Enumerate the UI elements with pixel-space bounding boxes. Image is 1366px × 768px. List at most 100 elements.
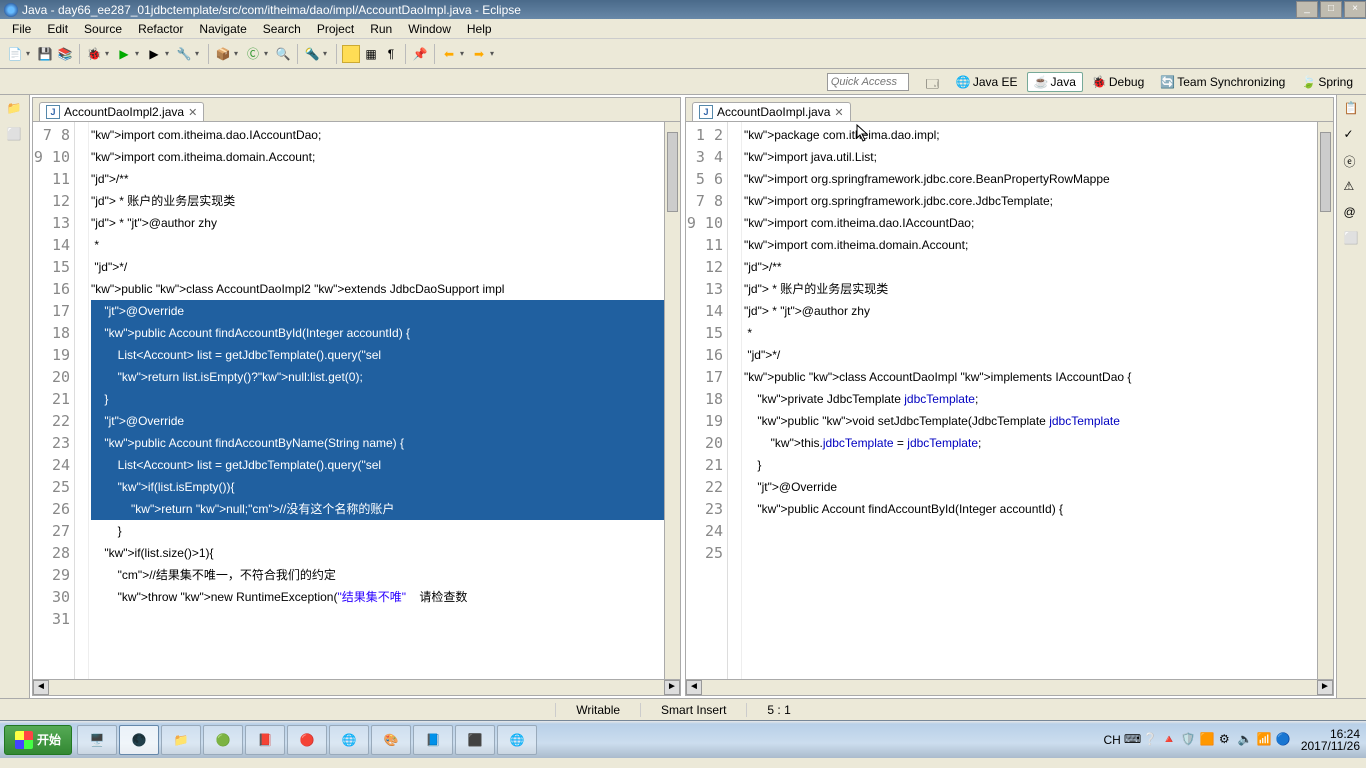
debug-icon[interactable]: 🐞: [85, 45, 103, 63]
tab-accountdaoimpl2[interactable]: J AccountDaoImpl2.java ✕: [39, 102, 204, 121]
code-content-right[interactable]: "kw">package com.itheima.dao.impl;"kw">i…: [742, 122, 1317, 679]
tray-icon[interactable]: 🔈: [1238, 732, 1254, 748]
perspective-java[interactable]: ☕Java: [1027, 72, 1083, 92]
perspective-spring[interactable]: 🍃Spring: [1294, 72, 1360, 92]
tab-accountdaoimpl[interactable]: J AccountDaoImpl.java ✕: [692, 102, 851, 121]
external-tools-icon[interactable]: 🔧: [175, 45, 193, 63]
ime-indicator[interactable]: CH: [1103, 733, 1120, 747]
clock-time: 16:24: [1301, 728, 1360, 740]
hscrollbar-right[interactable]: ◄►: [686, 679, 1333, 695]
toggle-mark-icon[interactable]: [342, 45, 360, 63]
save-icon[interactable]: 💾: [36, 45, 54, 63]
perspective-team[interactable]: 🔄Team Synchronizing: [1153, 72, 1292, 92]
save-all-icon[interactable]: 📚: [56, 45, 74, 63]
outline-icon[interactable]: 📋: [1344, 101, 1360, 117]
tray-icon[interactable]: ⌨: [1124, 732, 1140, 748]
tray-icon[interactable]: 🛡️: [1181, 732, 1197, 748]
taskbar-app4[interactable]: 🎨: [371, 725, 411, 755]
minimize-button[interactable]: _: [1296, 1, 1318, 18]
menu-edit[interactable]: Edit: [39, 20, 76, 38]
line-numbers-left: 7 8 9 10 11 12 13 14 15 16 17 18 19 20 2…: [33, 122, 75, 679]
back-icon[interactable]: ⬅: [440, 45, 458, 63]
quick-access-input[interactable]: [827, 73, 909, 91]
toggle-block-icon[interactable]: ▦: [362, 45, 380, 63]
pin-icon[interactable]: 📌: [411, 45, 429, 63]
close-tab-icon[interactable]: ✕: [834, 106, 843, 119]
problems-icon[interactable]: ⚠: [1344, 179, 1360, 195]
tray-icon[interactable]: ⚙: [1219, 732, 1235, 748]
tray-icon[interactable]: 🔵: [1276, 732, 1292, 748]
code-right[interactable]: 1 2 3 4 5 6 7 8 9 10 11 12 13 14 15 16 1…: [686, 122, 1333, 679]
menu-file[interactable]: File: [4, 20, 39, 38]
tab-label: AccountDaoImpl2.java: [64, 105, 184, 119]
javadoc-icon[interactable]: @: [1344, 205, 1360, 221]
code-left[interactable]: 7 8 9 10 11 12 13 14 15 16 17 18 19 20 2…: [33, 122, 680, 679]
vscrollbar-left[interactable]: [664, 122, 680, 679]
menu-help[interactable]: Help: [459, 20, 500, 38]
menu-source[interactable]: Source: [76, 20, 130, 38]
left-trim: 📁 ⬜: [0, 95, 30, 698]
forward-icon[interactable]: ➡: [470, 45, 488, 63]
clock[interactable]: 16:24 2017/11/26: [1295, 728, 1360, 752]
taskbar-explorer[interactable]: 📁: [161, 725, 201, 755]
declaration-icon[interactable]: ⬜: [1344, 231, 1360, 247]
taskbar-eclipse[interactable]: 🌑: [119, 725, 159, 755]
tray-icon[interactable]: ❔: [1143, 732, 1159, 748]
editor-left: J AccountDaoImpl2.java ✕ 7 8 9 10 11 12 …: [32, 97, 681, 696]
taskbar-app1[interactable]: 🟢: [203, 725, 243, 755]
taskbar-word[interactable]: 📘: [413, 725, 453, 755]
taskbar-app2[interactable]: 📕: [245, 725, 285, 755]
toggle-ws-icon[interactable]: ¶: [382, 45, 400, 63]
hscrollbar-left[interactable]: ◄►: [33, 679, 680, 695]
close-tab-icon[interactable]: ✕: [188, 106, 197, 119]
window-controls: _ □ ×: [1294, 1, 1366, 18]
main-toolbar: 📄▾ 💾 📚 🐞▾ ▶▾ ▶▾ 🔧▾ 📦▾ Ⓒ▾ 🔍 🔦▾ ▦ ¶ 📌 ⬅▾ ➡…: [0, 39, 1366, 69]
open-perspective-button[interactable]: 🗔: [919, 72, 947, 92]
package-explorer-icon[interactable]: 📁: [7, 101, 23, 117]
taskbar-desktop[interactable]: 🖥️: [77, 725, 117, 755]
vscrollbar-right[interactable]: [1317, 122, 1333, 679]
perspective-debug[interactable]: 🐞Debug: [1085, 72, 1151, 92]
code-content-left[interactable]: "kw">import com.itheima.dao.IAccountDao;…: [89, 122, 664, 679]
line-numbers-right: 1 2 3 4 5 6 7 8 9 10 11 12 13 14 15 16 1…: [686, 122, 728, 679]
menu-run[interactable]: Run: [362, 20, 400, 38]
new-package-icon[interactable]: 📦: [214, 45, 232, 63]
run-last-icon[interactable]: ▶: [145, 45, 163, 63]
menu-window[interactable]: Window: [400, 20, 459, 38]
menu-search[interactable]: Search: [255, 20, 309, 38]
close-button[interactable]: ×: [1344, 1, 1366, 18]
taskbar-cmd[interactable]: ⬛: [455, 725, 495, 755]
taskbar-chrome2[interactable]: 🌐: [497, 725, 537, 755]
tray-icon[interactable]: 📶: [1257, 732, 1273, 748]
tray-icon[interactable]: 🟧: [1200, 732, 1216, 748]
work-area: 📁 ⬜ J AccountDaoImpl2.java ✕ 7 8 9 10 11…: [0, 95, 1366, 698]
tab-row-right: J AccountDaoImpl.java ✕: [686, 98, 1333, 122]
java-file-icon: J: [46, 105, 60, 119]
windows-flag-icon: [15, 731, 33, 749]
clock-date: 2017/11/26: [1301, 740, 1360, 752]
tray-icon[interactable]: 🔺: [1162, 732, 1178, 748]
perspective-bar: 🗔 🌐Java EE ☕Java 🐞Debug 🔄Team Synchroniz…: [0, 69, 1366, 95]
new-icon[interactable]: 📄: [6, 45, 24, 63]
taskbar-chrome[interactable]: 🌐: [329, 725, 369, 755]
menu-project[interactable]: Project: [309, 20, 362, 38]
run-icon[interactable]: ▶: [115, 45, 133, 63]
open-type-icon[interactable]: 🔍: [274, 45, 292, 63]
search-icon[interactable]: 🔦: [303, 45, 321, 63]
menu-navigate[interactable]: Navigate: [191, 20, 254, 38]
fold-gutter-right[interactable]: [728, 122, 742, 679]
new-class-icon[interactable]: Ⓒ: [244, 45, 262, 63]
editor-split: J AccountDaoImpl2.java ✕ 7 8 9 10 11 12 …: [30, 95, 1336, 698]
taskbar-app3[interactable]: 🔴: [287, 725, 327, 755]
task-list-icon[interactable]: ✓: [1344, 127, 1360, 143]
start-button[interactable]: 开始: [4, 725, 72, 755]
perspective-javaee[interactable]: 🌐Java EE: [949, 72, 1025, 92]
restore-icon[interactable]: ⬜: [7, 127, 23, 143]
menu-refactor[interactable]: Refactor: [130, 20, 191, 38]
expressions-icon[interactable]: ⓔ: [1344, 153, 1360, 169]
tab-label: AccountDaoImpl.java: [717, 105, 830, 119]
maximize-button[interactable]: □: [1320, 1, 1342, 18]
window-title: Java - day66_ee287_01jdbctemplate/src/co…: [22, 3, 521, 17]
status-position: 5 : 1: [746, 703, 810, 717]
fold-gutter-left[interactable]: [75, 122, 89, 679]
